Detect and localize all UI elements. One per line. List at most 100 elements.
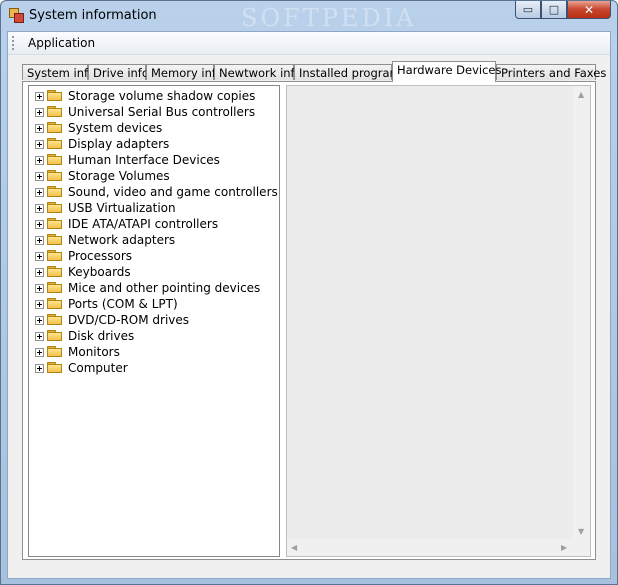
expand-icon[interactable] <box>35 363 44 373</box>
tree-node-label: Monitors <box>68 345 120 359</box>
tab-printers-and-faxes[interactable]: Printers and Faxes <box>496 64 606 80</box>
close-button[interactable]: ✕ <box>567 1 611 19</box>
expand-icon[interactable] <box>35 299 44 309</box>
tab-network-info[interactable]: Newtwork info <box>214 64 302 80</box>
tree-node[interactable]: Universal Serial Bus controllers <box>35 104 255 120</box>
title-bar[interactable]: System information SOFTPEDIA ▭ □ ✕ <box>1 1 617 32</box>
expand-icon[interactable] <box>35 155 44 165</box>
expand-icon[interactable] <box>35 235 44 245</box>
tree-node-label: Storage volume shadow copies <box>68 89 256 103</box>
menu-bar: Application <box>8 32 610 55</box>
toolstrip-grip[interactable] <box>12 36 14 50</box>
tab-hardware-devices[interactable]: Hardware Devices <box>392 61 502 82</box>
device-tree[interactable]: Storage volume shadow copies Universal S… <box>28 85 280 557</box>
folder-icon <box>47 234 63 246</box>
expand-icon[interactable] <box>35 315 44 325</box>
folder-icon <box>47 314 63 326</box>
tree-node[interactable]: Display adapters <box>35 136 169 152</box>
tree-node[interactable]: Sound, video and game controllers <box>35 184 278 200</box>
tree-node[interactable]: Monitors <box>35 344 120 360</box>
tree-node[interactable]: USB Virtualization <box>35 200 176 216</box>
tab-system-info[interactable]: System info <box>22 64 95 80</box>
tab-installed-programs[interactable]: Installed programs <box>294 64 407 80</box>
tree-node-label: Processors <box>68 249 133 263</box>
folder-icon <box>47 362 63 374</box>
expand-icon[interactable] <box>35 251 44 261</box>
scroll-down-icon[interactable]: ▼ <box>578 527 584 536</box>
client-area: Application System info Drive info Memor… <box>7 31 611 579</box>
folder-icon <box>47 298 63 310</box>
folder-icon <box>47 138 63 150</box>
expand-icon[interactable] <box>35 219 44 229</box>
app-icon[interactable] <box>9 8 24 23</box>
expand-icon[interactable] <box>35 283 44 293</box>
scroll-right-icon[interactable]: ▶ <box>561 543 567 552</box>
tree-node-label: System devices <box>68 121 163 135</box>
folder-icon <box>47 186 63 198</box>
tree-node-label: Human Interface Devices <box>68 153 220 167</box>
tab-memory-info[interactable]: Memory info <box>146 64 223 80</box>
tree-node-label: Network adapters <box>68 233 176 247</box>
tree-node-label: IDE ATA/ATAPI controllers <box>68 217 219 231</box>
folder-icon <box>47 282 63 294</box>
tree-node[interactable]: Computer <box>35 360 128 376</box>
folder-icon <box>47 154 63 166</box>
tree-node[interactable]: Network adapters <box>35 232 175 248</box>
folder-icon <box>47 266 63 278</box>
expand-icon[interactable] <box>35 139 44 149</box>
menu-application[interactable]: Application <box>24 35 99 51</box>
main-window: System information SOFTPEDIA ▭ □ ✕ Appli… <box>0 0 618 585</box>
folder-icon <box>47 250 63 262</box>
tree-node[interactable]: Processors <box>35 248 132 264</box>
tree-node-label: Mice and other pointing devices <box>68 281 261 295</box>
minimize-button[interactable]: ▭ <box>515 1 541 19</box>
vertical-scrollbar[interactable]: ▲ ▼ <box>573 86 590 540</box>
folder-icon <box>47 170 63 182</box>
scroll-left-icon[interactable]: ◀ <box>291 543 297 552</box>
tree-node-label: DVD/CD-ROM drives <box>68 313 190 327</box>
expand-icon[interactable] <box>35 107 44 117</box>
expand-icon[interactable] <box>35 331 44 341</box>
tree-node[interactable]: DVD/CD-ROM drives <box>35 312 189 328</box>
folder-icon <box>47 346 63 358</box>
scrollbar-corner <box>573 539 590 556</box>
tree-node[interactable]: Storage volume shadow copies <box>35 88 255 104</box>
horizontal-scrollbar[interactable]: ◀ ▶ <box>287 539 573 556</box>
expand-icon[interactable] <box>35 187 44 197</box>
tree-node-label: Storage Volumes <box>68 169 170 183</box>
tree-node[interactable]: Storage Volumes <box>35 168 170 184</box>
tree-node-label: Sound, video and game controllers <box>68 185 278 199</box>
tree-node[interactable]: Keyboards <box>35 264 131 280</box>
maximize-icon: □ <box>548 3 560 16</box>
expand-icon[interactable] <box>35 91 44 101</box>
expand-icon[interactable] <box>35 123 44 133</box>
tree-node-label: Computer <box>68 361 128 375</box>
window-title: System information <box>29 8 157 23</box>
expand-icon[interactable] <box>35 347 44 357</box>
tree-node[interactable]: Human Interface Devices <box>35 152 220 168</box>
tree-node[interactable]: Mice and other pointing devices <box>35 280 260 296</box>
tree-node-label: USB Virtualization <box>68 201 176 215</box>
close-icon: ✕ <box>583 2 595 17</box>
folder-icon <box>47 330 63 342</box>
folder-icon <box>47 90 63 102</box>
watermark-text: SOFTPEDIA <box>241 4 417 32</box>
hardware-devices-page: Storage volume shadow copies Universal S… <box>22 81 596 560</box>
folder-icon <box>47 218 63 230</box>
folder-icon <box>47 106 63 118</box>
maximize-button[interactable]: □ <box>541 1 567 19</box>
tab-drive-info[interactable]: Drive info <box>88 64 149 80</box>
tree-node-label: Disk drives <box>68 329 135 343</box>
folder-icon <box>47 122 63 134</box>
tree-node-label: Keyboards <box>68 265 131 279</box>
scroll-up-icon[interactable]: ▲ <box>578 90 584 99</box>
device-detail-panel[interactable]: ▲ ▼ ◀ ▶ <box>286 85 591 557</box>
tree-node[interactable]: Disk drives <box>35 328 134 344</box>
tree-node[interactable]: Ports (COM & LPT) <box>35 296 178 312</box>
expand-icon[interactable] <box>35 203 44 213</box>
expand-icon[interactable] <box>35 171 44 181</box>
tree-node[interactable]: IDE ATA/ATAPI controllers <box>35 216 218 232</box>
tree-node-label: Universal Serial Bus controllers <box>68 105 256 119</box>
tree-node[interactable]: System devices <box>35 120 162 136</box>
expand-icon[interactable] <box>35 267 44 277</box>
